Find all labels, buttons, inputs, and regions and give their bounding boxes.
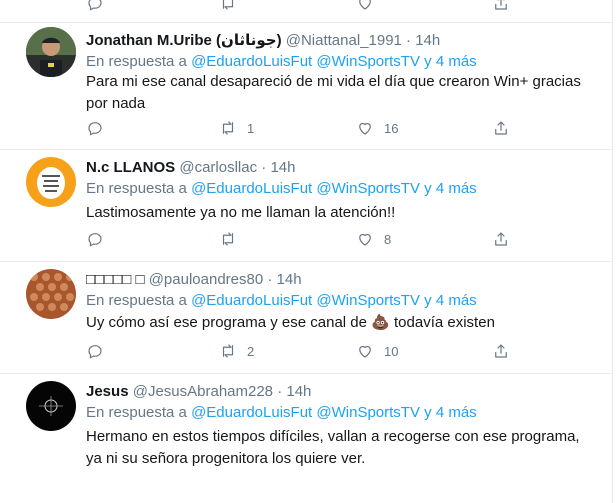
reply-button[interactable] bbox=[86, 342, 104, 360]
tweet-time[interactable]: 14h bbox=[277, 271, 302, 288]
share-button[interactable] bbox=[492, 230, 510, 248]
more-mentions-link[interactable]: y 4 más bbox=[424, 292, 477, 309]
avatar[interactable] bbox=[26, 157, 76, 207]
mention-link[interactable]: @EduardoLuisFut bbox=[191, 53, 312, 70]
separator-dot: · bbox=[277, 383, 283, 400]
tweet[interactable]: Jonathan M.Uribe (جوناثان) @Niattanal_19… bbox=[0, 23, 612, 150]
tweet[interactable]: N.c LLANOS @carlosllac · 14h En respuest… bbox=[0, 150, 612, 262]
tweet-time[interactable]: 14h bbox=[286, 383, 311, 400]
user-handle[interactable]: @Niattanal_1991 bbox=[286, 32, 402, 49]
display-name[interactable]: Jonathan M.Uribe (جوناثان) bbox=[86, 32, 282, 49]
mention-link[interactable]: @WinSportsTV bbox=[316, 53, 420, 70]
retweet-button[interactable]: 2 bbox=[219, 342, 254, 360]
retweet-button[interactable]: 1 bbox=[219, 119, 254, 137]
share-icon bbox=[495, 232, 507, 246]
tweet-text: Para mi ese canal desapareció de mi vida… bbox=[86, 73, 581, 112]
tweet-text: Hermano en estos tiempos difíciles, vall… bbox=[86, 428, 580, 467]
reply-context: En respuesta a @EduardoLuisFut @WinSport… bbox=[86, 403, 477, 423]
reply-context: En respuesta a @EduardoLuisFut @WinSport… bbox=[86, 291, 477, 311]
reply-icon bbox=[88, 345, 102, 359]
tweet-header: N.c LLANOS @carlosllac · 14h bbox=[86, 158, 295, 178]
share-button[interactable] bbox=[492, 119, 510, 137]
retweet-icon[interactable] bbox=[219, 0, 237, 12]
tweet-header: Jesus @JesusAbraham228 · 14h bbox=[86, 382, 311, 402]
tweet-header: Jonathan M.Uribe (جوناثان) @Niattanal_19… bbox=[86, 31, 440, 51]
tweet[interactable]: □□□□□ □ @pauloandres80 · 14h En respuest… bbox=[0, 262, 612, 374]
reply-context: En respuesta a @EduardoLuisFut @WinSport… bbox=[86, 179, 477, 199]
separator-dot: · bbox=[261, 159, 267, 176]
separator-dot: · bbox=[267, 271, 273, 288]
tweet-actions: 1 16 bbox=[86, 119, 516, 141]
retweet-icon bbox=[222, 232, 234, 246]
tweet-feed: Jonathan M.Uribe (جوناثان) @Niattanal_19… bbox=[0, 0, 613, 503]
tweet-actions: 2 10 bbox=[86, 342, 516, 364]
avatar[interactable] bbox=[26, 381, 76, 431]
mention-link[interactable]: @WinSportsTV bbox=[316, 180, 420, 197]
like-icon[interactable] bbox=[356, 0, 374, 12]
reply-prefix: En respuesta a bbox=[86, 180, 187, 197]
reply-prefix: En respuesta a bbox=[86, 292, 187, 309]
tweet-time[interactable]: 14h bbox=[270, 159, 295, 176]
tweet-text-before: Uy cómo así ese programa y ese canal de bbox=[86, 314, 367, 331]
share-button[interactable] bbox=[492, 342, 510, 360]
heart-icon bbox=[359, 122, 371, 135]
retweet-icon bbox=[222, 344, 234, 358]
reply-context: En respuesta a @EduardoLuisFut @WinSport… bbox=[86, 52, 477, 72]
mention-link[interactable]: @EduardoLuisFut bbox=[191, 292, 312, 309]
share-icon bbox=[495, 344, 507, 358]
like-button[interactable]: 8 bbox=[356, 230, 391, 248]
tweet-time[interactable]: 14h bbox=[415, 32, 440, 49]
display-name[interactable]: □□□□□ □ bbox=[86, 271, 145, 288]
reply-prefix: En respuesta a bbox=[86, 404, 187, 421]
display-name[interactable]: Jesus bbox=[86, 383, 129, 400]
retweet-button[interactable] bbox=[219, 230, 247, 248]
mention-link[interactable]: @EduardoLuisFut bbox=[191, 180, 312, 197]
avatar[interactable] bbox=[26, 269, 76, 319]
tweet-text-after: todavía existen bbox=[394, 314, 495, 331]
user-handle[interactable]: @carlosllac bbox=[179, 159, 257, 176]
heart-icon bbox=[359, 233, 371, 246]
user-handle[interactable]: @pauloandres80 bbox=[149, 271, 263, 288]
retweet-icon bbox=[222, 121, 234, 135]
reply-icon bbox=[88, 233, 102, 247]
reply-icon bbox=[88, 122, 102, 136]
avatar[interactable] bbox=[26, 27, 76, 77]
reply-button[interactable] bbox=[86, 230, 104, 248]
like-count: 8 bbox=[384, 231, 392, 247]
previous-tweet-actions bbox=[0, 0, 612, 23]
display-name[interactable]: N.c LLANOS bbox=[86, 159, 175, 176]
tweet-text: Lastimosamente ya no me llaman la atenci… bbox=[86, 204, 396, 221]
reply-button[interactable] bbox=[86, 119, 104, 137]
share-icon[interactable] bbox=[492, 0, 510, 12]
tweet[interactable]: Jesus @JesusAbraham228 · 14h En respuest… bbox=[0, 374, 612, 503]
retweet-count: 1 bbox=[247, 120, 255, 136]
more-mentions-link[interactable]: y 4 más bbox=[424, 404, 477, 421]
tweet-actions: 8 bbox=[86, 230, 516, 252]
heart-icon bbox=[359, 345, 371, 358]
retweet-count: 2 bbox=[247, 343, 255, 359]
mention-link[interactable]: @WinSportsTV bbox=[316, 404, 420, 421]
mention-link[interactable]: @WinSportsTV bbox=[316, 292, 420, 309]
separator-dot: · bbox=[406, 32, 412, 49]
like-button[interactable]: 16 bbox=[356, 119, 398, 137]
like-button[interactable]: 10 bbox=[356, 342, 398, 360]
like-count: 10 bbox=[384, 343, 399, 359]
user-handle[interactable]: @JesusAbraham228 bbox=[133, 383, 273, 400]
reply-prefix: En respuesta a bbox=[86, 53, 187, 70]
mention-link[interactable]: @EduardoLuisFut bbox=[191, 404, 312, 421]
reply-icon[interactable] bbox=[86, 0, 104, 12]
tweet-text: Uy cómo así ese programa y ese canal de … bbox=[86, 312, 586, 334]
share-icon bbox=[495, 121, 507, 135]
more-mentions-link[interactable]: y 4 más bbox=[424, 53, 477, 70]
poop-emoji: 💩 bbox=[371, 314, 390, 331]
like-count: 16 bbox=[384, 120, 399, 136]
more-mentions-link[interactable]: y 4 más bbox=[424, 180, 477, 197]
tweet-header: □□□□□ □ @pauloandres80 · 14h bbox=[86, 270, 302, 290]
